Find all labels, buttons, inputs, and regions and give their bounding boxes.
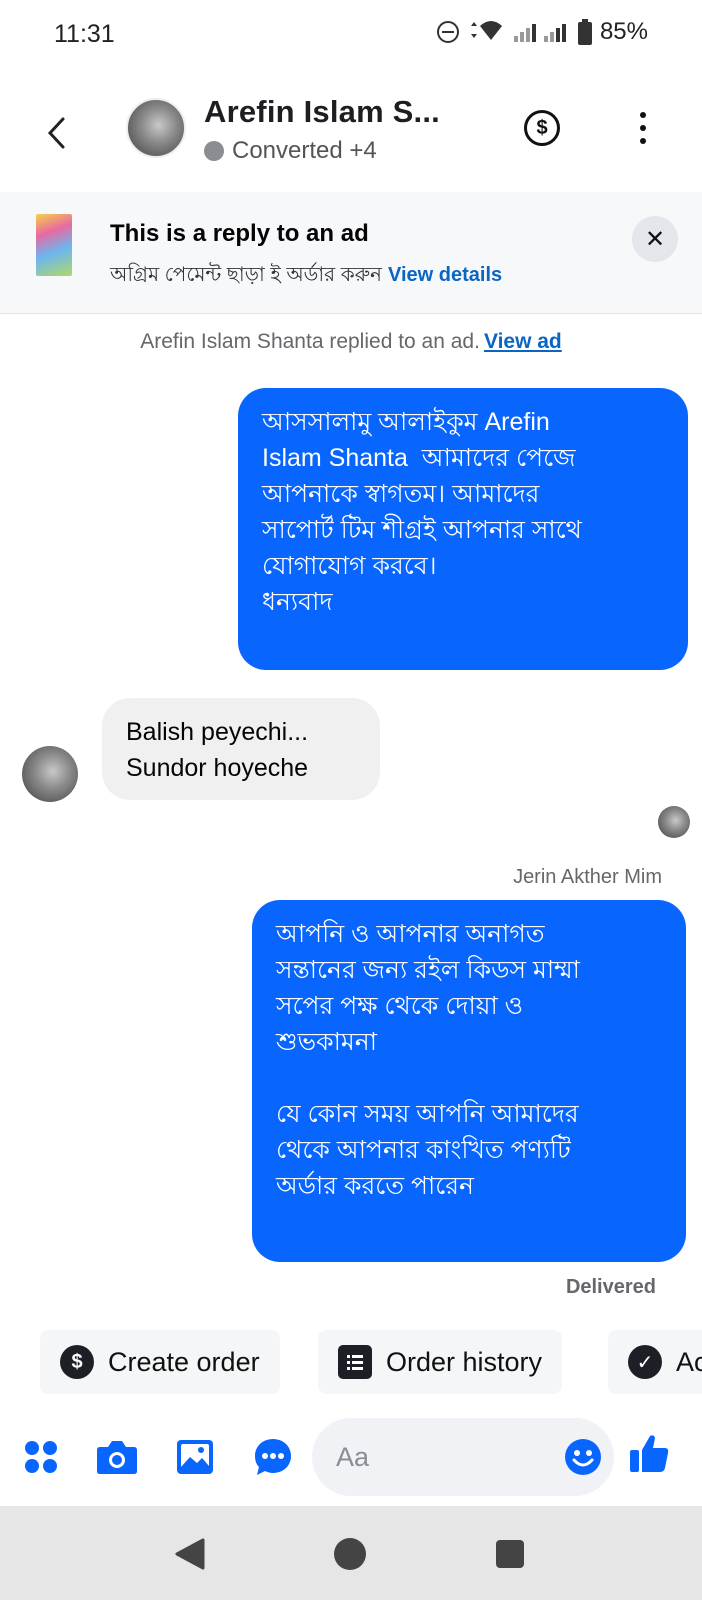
dollar-icon: $: [536, 116, 548, 139]
circle-home-icon: [334, 1538, 366, 1570]
outgoing-message[interactable]: আপনি ও আপনার অনাগত সন্তানের জন্য রইল কিড…: [252, 900, 686, 1262]
chat-bubble-icon: [255, 1439, 291, 1475]
message-line: Islam Shanta আমাদের পেজে: [262, 444, 576, 472]
image-icon: [177, 1440, 213, 1474]
message-line: আপনি ও আপনার অনাগত: [276, 920, 545, 948]
sender-avatar[interactable]: [22, 746, 78, 802]
wifi-icon: [470, 21, 502, 40]
message-line: যোগাযোগ করবে।: [262, 552, 437, 580]
status-bar: 11:31 85%: [0, 0, 702, 70]
ad-reply-note: Arefin Islam Shanta replied to an ad. Vie…: [0, 330, 702, 354]
create-order-button[interactable]: $ Create order: [40, 1330, 280, 1394]
view-details-link[interactable]: View details: [388, 264, 502, 286]
grid-icon: [25, 1441, 57, 1473]
close-banner-button[interactable]: ✕: [632, 216, 678, 262]
sender-name: Jerin Akther Mim: [513, 866, 662, 888]
quick-action-third-label: Ac: [676, 1346, 702, 1377]
message-line: সাপোর্ট টিম শীগ্রই আপনার সাথে: [262, 516, 582, 544]
status-dot-icon: [204, 141, 224, 161]
message-line: আপনাকে স্বাগতম। আমাদের: [262, 480, 540, 508]
message-line: Balish peyechi...: [126, 718, 309, 746]
contact-status: Converted +4: [204, 137, 377, 165]
message-line: থেকে আপনার কাংখিত পণ্যটি: [276, 1136, 571, 1164]
quick-actions-bar: $ Create order Order history ✓ Ac: [0, 1330, 702, 1394]
message-line: Sundor hoyeche: [126, 754, 309, 782]
order-history-label: Order history: [386, 1346, 543, 1377]
message-line: যে কোন সময় আপনি আমাদের: [276, 1100, 579, 1128]
contact-name[interactable]: Arefin Islam S...: [204, 94, 440, 130]
ad-banner-title: This is a reply to an ad: [110, 220, 369, 247]
nav-recents-button[interactable]: [490, 1534, 530, 1574]
more-dot-icon: [640, 112, 646, 118]
status-icons: 85%: [436, 18, 648, 46]
ad-reply-banner: This is a reply to an ad অগ্রিম পেমেন্ট …: [0, 192, 702, 314]
message-line: ধন্যবাদ: [262, 588, 333, 616]
message-line: শুভকামনা: [276, 1028, 377, 1056]
outgoing-message[interactable]: আসসালামু আলাইকুম Arefin Islam Shanta আমা…: [238, 388, 688, 670]
contact-avatar[interactable]: [126, 98, 186, 158]
camera-button[interactable]: [96, 1436, 138, 1478]
view-ad-link[interactable]: View ad: [484, 330, 562, 353]
saved-replies-button[interactable]: [252, 1436, 294, 1478]
conversation-header: Arefin Islam S... Converted +4 $: [0, 80, 702, 190]
delivered-status: Delivered: [565, 1276, 656, 1298]
quick-action-third-button[interactable]: ✓ Ac: [608, 1330, 702, 1394]
message-composer: [0, 1412, 702, 1502]
nav-home-button[interactable]: [330, 1534, 370, 1574]
chevron-left-icon: [47, 117, 65, 149]
dollar-icon: $: [60, 1345, 94, 1379]
back-button[interactable]: [36, 108, 76, 158]
order-history-button[interactable]: Order history: [318, 1330, 563, 1394]
list-icon: [338, 1345, 372, 1379]
square-recents-icon: [496, 1540, 524, 1568]
message-line: অর্ডার করতে পারেন: [276, 1172, 474, 1200]
more-options-button[interactable]: [628, 108, 658, 148]
triangle-back-icon: [175, 1538, 205, 1570]
emoji-icon[interactable]: [564, 1438, 602, 1476]
check-circle-icon: ✓: [628, 1345, 662, 1379]
battery-level: 85%: [599, 18, 648, 45]
nav-back-button[interactable]: [170, 1534, 210, 1574]
message-input[interactable]: [336, 1436, 536, 1478]
ad-banner-subtitle-text: অগ্রিম পেমেন্ট ছাড়া ই অর্ডার করুন: [110, 264, 382, 286]
message-line: সন্তানের জন্য রইল কিডস মাম্মা: [276, 956, 580, 984]
menu-grid-button[interactable]: [20, 1436, 62, 1478]
status-time: 11:31: [54, 20, 115, 48]
more-dot-icon: [640, 138, 646, 144]
ad-banner-subtitle: অগ্রিম পেমেন্ট ছাড়া ই অর্ডার করুন View d…: [110, 260, 502, 293]
contact-status-label: Converted +4: [232, 137, 377, 164]
message-input-box: [312, 1418, 614, 1496]
payment-button[interactable]: $: [524, 110, 560, 146]
seen-avatar: [658, 806, 690, 838]
gallery-button[interactable]: [174, 1436, 216, 1478]
ad-thumbnail[interactable]: [36, 214, 72, 276]
more-dot-icon: [640, 125, 646, 131]
signal-icon: [513, 24, 566, 42]
camera-icon: [97, 1441, 137, 1474]
do-not-disturb-icon: [436, 21, 459, 43]
message-line: আসসালামু আলাইকুম Arefin: [262, 408, 550, 436]
like-button[interactable]: [628, 1432, 670, 1474]
create-order-label: Create order: [108, 1346, 260, 1377]
close-icon: ✕: [644, 225, 666, 253]
incoming-message[interactable]: Balish peyechi... Sundor hoyeche: [102, 698, 380, 800]
thumbs-up-icon: [630, 1435, 669, 1472]
message-line: সপের পক্ষ থেকে দোয়া ও: [276, 992, 524, 1020]
system-navigation-bar: [0, 1506, 702, 1600]
ad-reply-note-text: Arefin Islam Shanta replied to an ad.: [140, 330, 480, 353]
battery-icon: [577, 19, 592, 45]
